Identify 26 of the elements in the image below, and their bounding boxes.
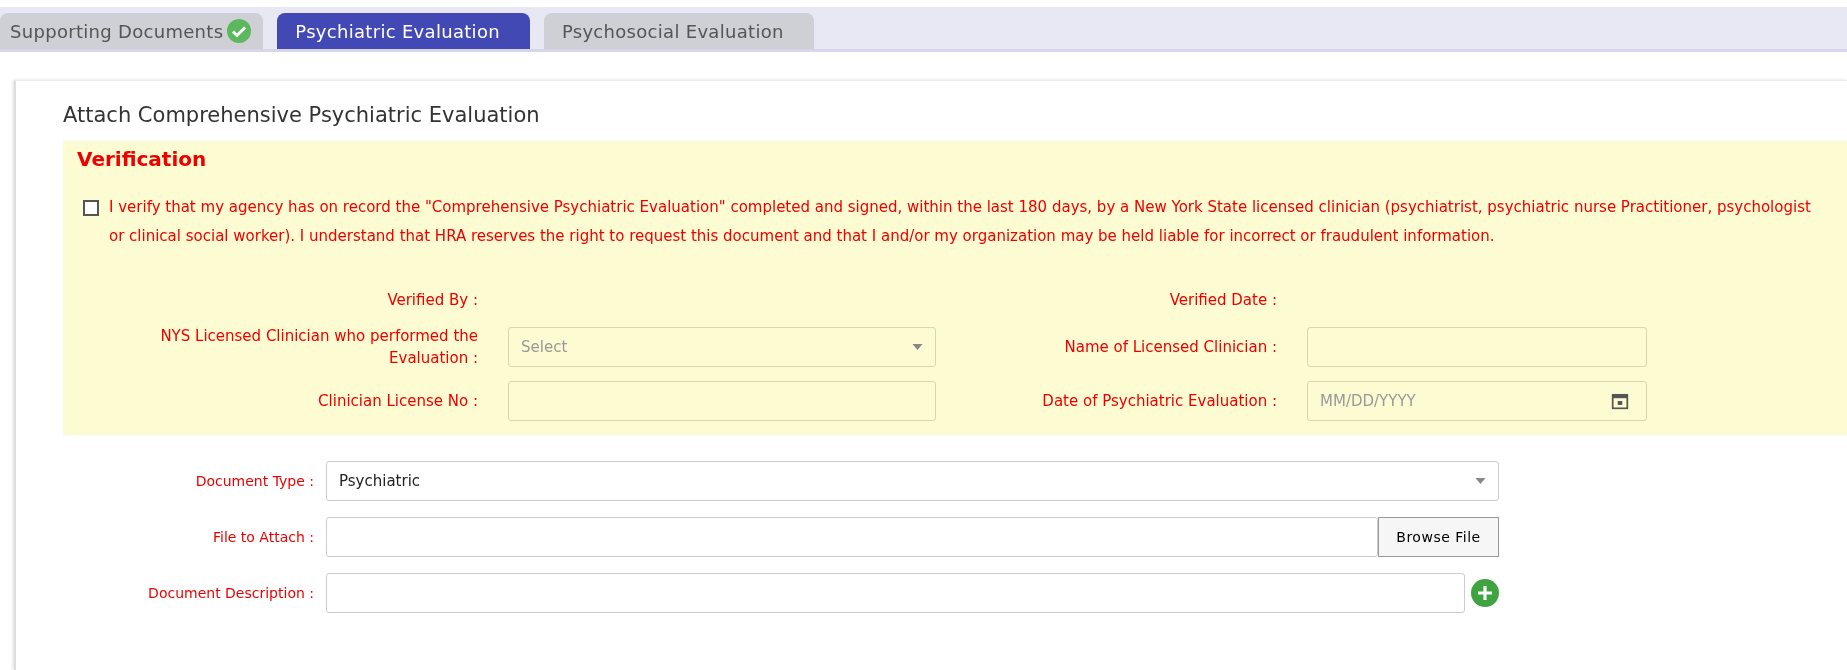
field-label: Verified Date :: [1168, 290, 1277, 311]
caret-icon: [912, 344, 923, 350]
input-field[interactable]: [1307, 327, 1647, 367]
tab[interactable]: Supporting Documents: [0, 13, 264, 49]
select-field[interactable]: Psychiatric: [326, 461, 1499, 501]
field-label: Verified By :: [386, 290, 478, 311]
verification-heading: Verification: [77, 147, 208, 171]
field-label: NYS Licensed Clinician who performed the Evaluation :: [159, 326, 478, 369]
field-label: Date of Psychiatric Evaluation :: [1041, 391, 1277, 412]
field-label: Document Type :: [194, 472, 314, 491]
field-label: Clinician License No :: [317, 391, 478, 412]
caret-icon: [1475, 478, 1486, 484]
field-label: File to Attach :: [212, 528, 314, 547]
description-field[interactable]: [326, 573, 1465, 613]
input-field[interactable]: [508, 381, 936, 421]
verification-statement: I verify that my agency has on record the "Comprehensive Psychiatric Evaluation" completed and signed, within the last 180 days, by a New York State licensed clinician (psychiatrist, psychiatric nurse Practitioner, psychologist or clinical social worker). I understand that HRA reserves the right to request this document and that I and/or my organization may be held liable for incorrect or fraudulent information.: [109, 197, 1812, 247]
field-label: Name of Licensed Clinician :: [1063, 337, 1277, 358]
field-label: Document Description :: [147, 584, 314, 603]
tab[interactable]: Psychosocial Evaluation: [543, 13, 814, 49]
date-field[interactable]: MM/DD/YYYY: [1307, 381, 1647, 421]
section-title: Attach Comprehensive Psychiatric Evaluation: [63, 103, 541, 127]
tab[interactable]: Psychiatric Evaluation: [277, 13, 530, 49]
verify-checkbox[interactable]: [83, 200, 99, 216]
file-field[interactable]: [326, 517, 1378, 557]
browse-button[interactable]: Browse File: [1378, 517, 1499, 557]
calendar-icon: [1611, 392, 1629, 410]
